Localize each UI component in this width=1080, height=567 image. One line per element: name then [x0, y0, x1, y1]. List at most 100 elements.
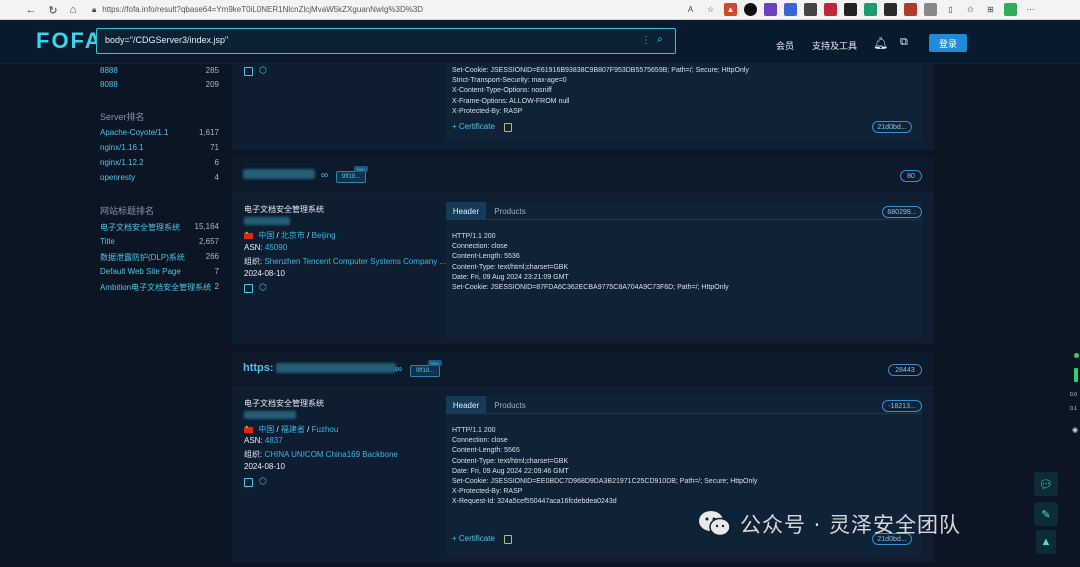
nav-member[interactable]: 会员 [776, 39, 794, 52]
screenshot-icon[interactable] [244, 67, 253, 76]
asn-row: ASN: 45090 [244, 243, 288, 252]
location: 中国 / 北京市 / Beijing [244, 230, 336, 241]
address-bar[interactable]: 🔒︎ https://fofa.info/result?qbase64=Ym9k… [92, 2, 672, 17]
redacted-ip[interactable] [244, 410, 296, 419]
sidebar-item-title[interactable]: 电子文档安全管理系统 15,164 [100, 222, 219, 234]
hash-pill[interactable]: -18213... [882, 400, 922, 412]
region-link[interactable]: 福建省 [281, 425, 305, 434]
star-icon[interactable]: ☆ [704, 3, 717, 16]
scroll-top-icon[interactable]: ▲ [1036, 530, 1056, 554]
sidebar-item-server[interactable]: nginx/1.16.1 71 [100, 143, 219, 155]
screenshot-icon[interactable] [244, 478, 253, 487]
login-button[interactable]: 登录 [929, 34, 967, 52]
sidebar-item-port[interactable]: 8888 285 [100, 66, 219, 78]
city-link[interactable]: Beijing [312, 231, 336, 240]
cube-icon[interactable]: ⬡ [259, 282, 267, 293]
fofa-header: FOFA ⋮ ⌕ 会员 支持及工具 🔔︎ ⧉ 登录 [0, 20, 1080, 64]
org-link[interactable]: Shenzhen Tencent Computer Systems Compan… [264, 257, 446, 266]
browser-toolbar: ← ↻ ⌂ 🔒︎ https://fofa.info/result?qbase6… [0, 0, 1080, 20]
search-icon[interactable]: ⌕ [657, 34, 669, 46]
rail-value: 0.1 [1070, 406, 1077, 412]
certificate-link[interactable]: + Certificate [452, 534, 495, 543]
tab-products[interactable]: Products [490, 396, 530, 414]
host-link[interactable] [243, 168, 315, 180]
fid-badge[interactable]: 9ff18... [336, 171, 366, 183]
extension-icon[interactable] [1004, 3, 1017, 16]
site-title: 电子文档安全管理系统 [244, 399, 324, 408]
extension-icon[interactable] [804, 3, 817, 16]
sidebar-item-title[interactable]: Default Web Site Page 7 [100, 267, 219, 279]
extension-icon[interactable] [764, 3, 777, 16]
sidebar-item-server[interactable]: Apache-Coyote/1.1 1,617 [100, 128, 219, 140]
tab-products[interactable]: Products [490, 202, 530, 220]
sidebar-item-title[interactable]: Title 2,657 [100, 237, 219, 249]
extension-icon[interactable] [824, 3, 837, 16]
org-link[interactable]: CHINA UNICOM China169 Backbone [264, 450, 397, 459]
sidebar-item-server[interactable]: openresty 4 [100, 173, 219, 185]
document-icon[interactable] [504, 123, 512, 132]
tab-header[interactable]: Header [446, 396, 486, 414]
read-aloud-icon[interactable]: A [684, 3, 697, 16]
city-link[interactable]: Fuzhou [312, 425, 339, 434]
extension-icon[interactable] [844, 3, 857, 16]
document-icon[interactable] [504, 535, 512, 544]
port-badge[interactable]: 80 [900, 170, 922, 182]
link-icon[interactable]: ∞ [395, 364, 402, 375]
link-icon[interactable]: ∞ [321, 170, 328, 181]
asn-link[interactable]: 4837 [265, 436, 283, 445]
country-link[interactable]: 中国 [258, 231, 274, 240]
redacted-host [243, 169, 315, 180]
watermark-text: 公众号 · 灵泽安全团队 [740, 513, 962, 537]
screenshot-icon[interactable] [244, 284, 253, 293]
region-link[interactable]: 北京市 [281, 231, 305, 240]
hash-pill[interactable]: 680299... [882, 206, 922, 218]
extension-icon[interactable]: ▲ [724, 3, 737, 16]
back-icon[interactable]: ← [22, 1, 40, 19]
more-options-icon[interactable]: ⋮ [641, 35, 651, 46]
tab-header[interactable]: Header [446, 202, 486, 220]
redacted-ip[interactable] [244, 216, 290, 225]
sidebar-item-server[interactable]: nginx/1.12.2 6 [100, 158, 219, 170]
port-badge[interactable]: 28443 [888, 364, 922, 376]
nav-tools[interactable]: 支持及工具 [812, 39, 857, 52]
url-text: https://fofa.info/result?qbase64=Ym9keT0… [102, 5, 424, 14]
favorites-icon[interactable]: ✩ [964, 3, 977, 16]
asn-link[interactable]: 45090 [265, 243, 287, 252]
date: 2024-08-10 [244, 269, 285, 278]
status-dot [1074, 353, 1079, 358]
cube-icon[interactable]: ⬡ [259, 476, 267, 487]
fofa-logo[interactable]: FOFA [36, 28, 103, 54]
translate-icon[interactable]: ⧉ [900, 36, 908, 49]
cube-icon[interactable]: ⬡ [259, 65, 267, 76]
country-link[interactable]: 中国 [258, 425, 274, 434]
sidebar-item-title[interactable]: Ambition电子文档安全管理系统 2 [100, 282, 219, 294]
host-link[interactable]: https: [243, 362, 396, 374]
lock-icon: 🔒︎ [92, 4, 97, 14]
extension-icon[interactable] [924, 3, 937, 16]
refresh-icon[interactable]: ↻ [44, 1, 62, 19]
certificate-link[interactable]: + Certificate [452, 122, 495, 131]
org-row: 组织: Shenzhen Tencent Computer Systems Co… [244, 257, 447, 266]
chat-icon[interactable]: 💬︎ [1034, 472, 1058, 496]
extension-icon[interactable] [784, 3, 797, 16]
asn-row: ASN: 4837 [244, 436, 283, 445]
extension-icon[interactable] [744, 3, 757, 16]
search-input[interactable] [105, 35, 625, 45]
fid-count-badge: 999+ [354, 166, 368, 172]
collections-icon[interactable]: ⊞ [984, 3, 997, 16]
org-row: 组织: CHINA UNICOM China169 Backbone [244, 450, 398, 459]
sidebar-item-title[interactable]: 数据泄露防护(DLP)系统 266 [100, 252, 219, 264]
header-panel: Set-Cookie: JSESSIONID=E61916B93838C9B80… [446, 64, 922, 142]
extension-icon[interactable] [904, 3, 917, 16]
record-icon[interactable]: ◉ [1072, 426, 1078, 434]
more-icon[interactable]: ⋯ [1024, 3, 1037, 16]
extension-icon[interactable] [884, 3, 897, 16]
hash-pill[interactable]: 21d0bd... [872, 121, 912, 133]
bell-icon[interactable]: 🔔︎ [873, 36, 888, 50]
extension-icon[interactable] [864, 3, 877, 16]
fid-badge[interactable]: 9ff18... [410, 365, 440, 377]
sidebar-item-port[interactable]: 8088 209 [100, 80, 219, 92]
title-ranking-title: 网站标题排名 [100, 206, 155, 216]
home-icon[interactable]: ⌂ [64, 1, 82, 19]
split-screen-icon[interactable]: ▯ [944, 3, 957, 16]
